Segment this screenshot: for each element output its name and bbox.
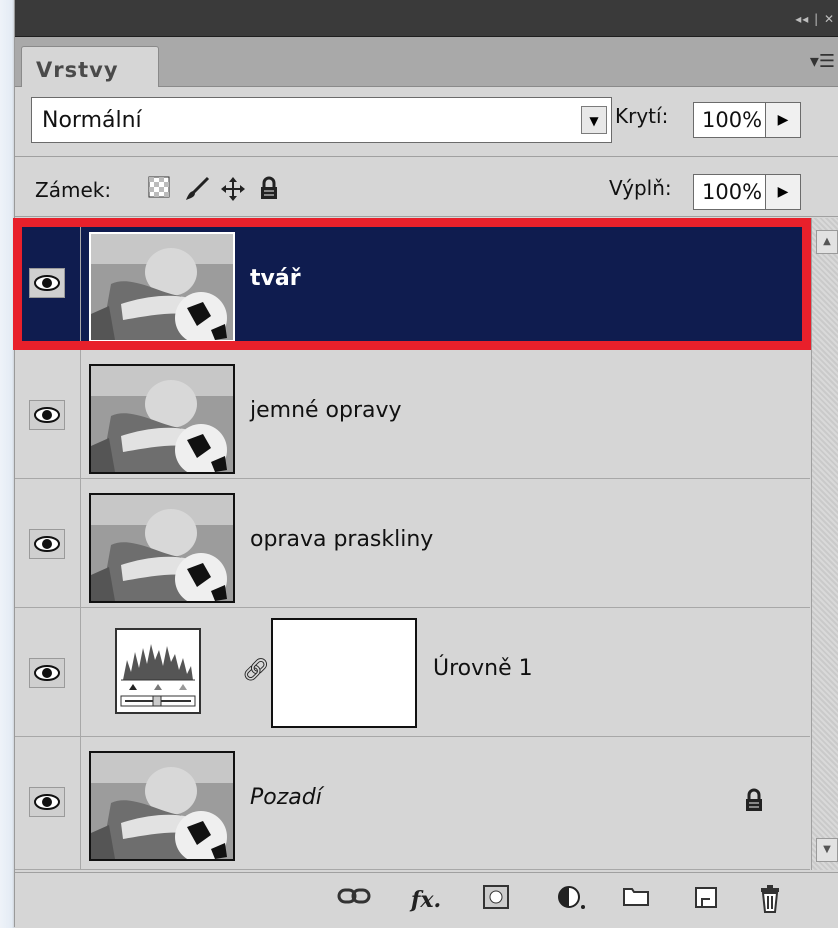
layer-name[interactable]: oprava praskliny [250,527,433,552]
adjustment-layer-icon[interactable] [555,885,589,915]
tab-layers[interactable]: Vrstvy [21,46,159,87]
divider [15,216,838,217]
eye-icon[interactable] [29,787,65,817]
lock-transparency-icon[interactable] [145,176,173,204]
link-chain-icon[interactable]: 🔗︎ [242,658,270,683]
lock-icon [743,787,765,817]
layer-thumbnail [89,493,235,603]
lock-all-icon[interactable] [255,176,283,204]
eye-icon[interactable] [29,268,65,298]
visibility-cell[interactable] [15,218,81,346]
layer-name[interactable]: Úrovně 1 [433,656,533,681]
lock-paint-icon[interactable] [183,176,211,204]
eye-icon[interactable] [29,658,65,688]
layer-thumbnail [89,751,235,861]
eye-icon[interactable] [29,400,65,430]
new-layer-icon[interactable] [689,885,723,915]
divider [15,156,838,157]
lock-move-icon[interactable] [219,176,247,204]
panel-bottom-toolbar: fx. [15,872,838,928]
layer-mask-thumbnail[interactable] [271,618,417,728]
add-mask-icon[interactable] [479,885,513,915]
panel-menu-icon[interactable]: ▾☰ [810,51,835,72]
opacity-value: 100% [702,108,763,132]
blend-mode-select[interactable]: Normální ▼ [31,97,612,143]
layer-row[interactable]: jemné opravy [15,350,810,479]
layer-row[interactable]: 🔗︎ Úrovně 1 [15,608,810,737]
new-group-icon[interactable] [619,885,653,915]
layer-name[interactable]: jemné opravy [250,398,402,423]
fx-icon[interactable]: fx. [409,885,443,915]
opacity-label: Krytí: [615,104,669,128]
tab-row: Vrstvy ▾☰ [15,37,838,87]
layer-name[interactable]: Pozadí [250,785,322,810]
layer-name[interactable]: tvář [250,266,301,291]
fill-field[interactable]: 100% ▶ [693,174,801,210]
layer-row[interactable]: tvář [13,218,811,350]
layer-thumbnail [89,364,235,474]
lock-label: Zámek: [35,178,112,202]
layers-panel: ◂◂ | ✕ Vrstvy ▾☰ Normální ▼ Krytí: 100% … [13,0,838,928]
layer-row[interactable]: oprava praskliny [15,479,810,608]
visibility-cell[interactable] [15,608,81,736]
fill-slider-arrow-icon[interactable]: ▶ [765,175,800,209]
scroll-up-icon[interactable]: ▲ [816,230,838,254]
layer-thumbnail [89,232,235,342]
collapse-close-icon[interactable]: ◂◂ | ✕ [795,12,835,26]
layers-list: tvář jemné opravy oprava praskliny 🔗︎ Úr… [13,218,811,870]
layers-scrollbar[interactable]: ▲ ▼ [811,218,838,870]
opacity-field[interactable]: 100% ▶ [693,102,801,138]
opacity-slider-arrow-icon[interactable]: ▶ [765,103,800,137]
eye-icon[interactable] [29,529,65,559]
visibility-cell[interactable] [15,479,81,607]
layer-row[interactable]: Pozadí [15,737,810,870]
link-layers-icon[interactable] [337,885,371,915]
visibility-cell[interactable] [15,350,81,478]
blend-mode-value: Normální [42,108,142,133]
dropdown-arrow-icon[interactable]: ▼ [581,106,607,134]
delete-layer-icon[interactable] [753,885,787,915]
fill-label: Výplň: [609,176,672,200]
tab-layers-label: Vrstvy [36,58,119,82]
fill-value: 100% [702,180,763,204]
visibility-cell[interactable] [15,737,81,869]
levels-adjustment-icon[interactable] [115,628,201,714]
scroll-down-icon[interactable]: ▼ [816,838,838,862]
panel-titlebar: ◂◂ | ✕ [15,0,838,37]
